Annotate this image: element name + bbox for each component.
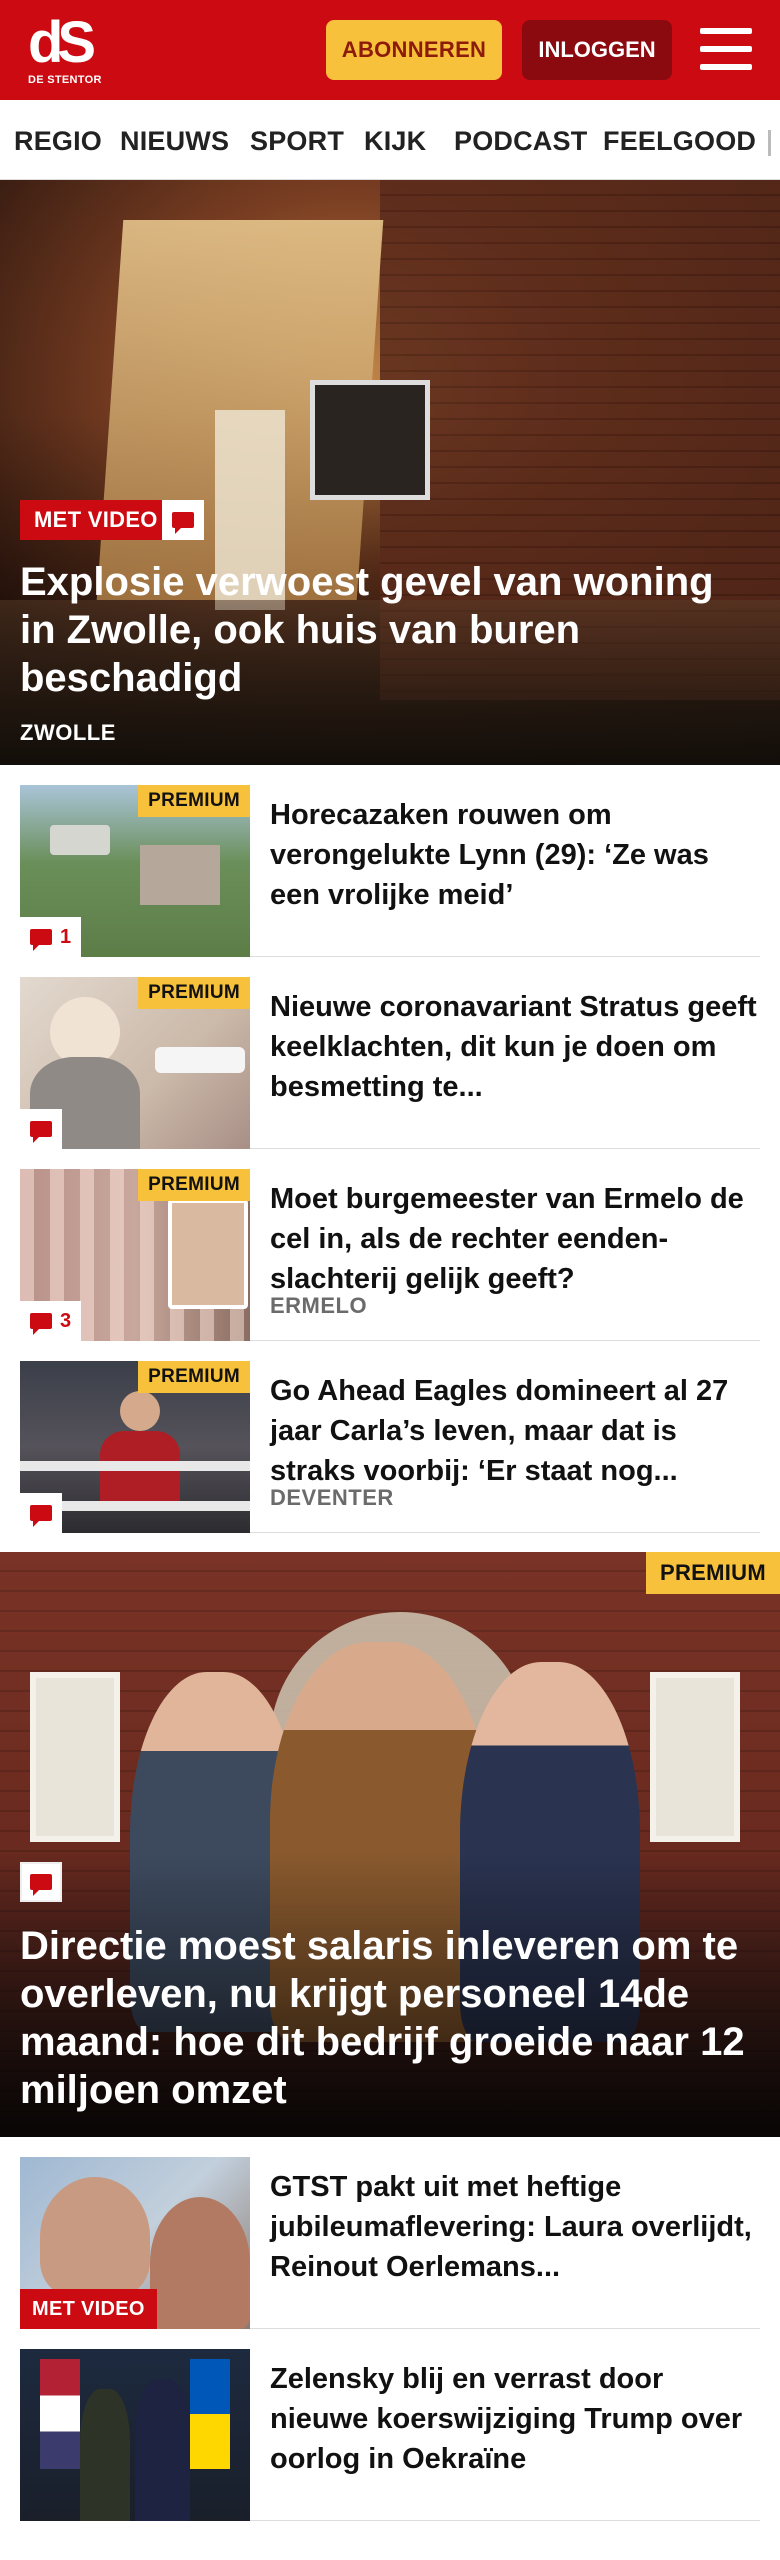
article-title[interactable]: GTST pakt uit met heftige jubileumafleve… xyxy=(270,2167,760,2287)
comment-count xyxy=(20,1493,62,1533)
nav-item-regio[interactable]: REGIO xyxy=(14,126,102,157)
article-title[interactable]: Moet burgemeester van Ermelo de cel in, … xyxy=(270,1179,760,1299)
comment-icon xyxy=(162,500,204,540)
nav-overflow-divider xyxy=(768,130,771,156)
logo-mark: dS xyxy=(28,10,96,75)
comment-count: 1 xyxy=(20,917,82,957)
login-button[interactable]: INLOGGEN xyxy=(522,20,672,80)
list-item[interactable]: PREMIUM 3 Moet burgemeester van Ermelo d… xyxy=(20,1169,760,1341)
featured-title[interactable]: Directie moest salaris inleveren om te o… xyxy=(20,1922,770,2114)
premium-badge: PREMIUM xyxy=(138,977,250,1009)
comment-count: 3 xyxy=(20,1301,82,1341)
site-header: dS DE STENTOR ABONNEREN INLOGGEN xyxy=(0,0,780,100)
section-nav: REGIO NIEUWS SPORT KIJK PODCAST FEELGOOD xyxy=(0,100,780,180)
nav-item-podcast[interactable]: PODCAST xyxy=(454,126,587,157)
premium-badge: PREMIUM xyxy=(138,785,250,817)
list-item[interactable]: PREMIUM 1 Horecazaken rouwen om verongel… xyxy=(20,785,760,957)
comment-icon xyxy=(30,1313,52,1335)
list-item[interactable]: Zelensky blij en verrast door nieuwe koe… xyxy=(20,2349,760,2521)
article-title[interactable]: Nieuwe coronavariant Stratus geeft keelk… xyxy=(270,987,760,1107)
hamburger-menu-icon[interactable] xyxy=(700,26,752,72)
article-thumbnail: MET VIDEO xyxy=(20,2157,250,2329)
list-item[interactable]: PREMIUM Go Ahead Eagles domineert al 27 … xyxy=(20,1361,760,1533)
comment-count xyxy=(20,1109,62,1149)
article-thumbnail: PREMIUM xyxy=(20,1361,250,1533)
featured-image-window xyxy=(650,1672,740,1842)
site-logo[interactable]: dS DE STENTOR xyxy=(28,14,112,88)
video-badge: MET VIDEO xyxy=(20,500,172,540)
comment-icon xyxy=(20,1862,62,1902)
subscribe-button[interactable]: ABONNEREN xyxy=(326,20,502,80)
article-thumbnail xyxy=(20,2349,250,2521)
premium-badge: PREMIUM xyxy=(646,1552,780,1594)
hero-title[interactable]: Explosie verwoest gevel van woning in Zw… xyxy=(20,558,760,702)
article-title[interactable]: Zelensky blij en verrast door nieuwe koe… xyxy=(270,2359,760,2479)
article-thumbnail: PREMIUM xyxy=(20,977,250,1149)
article-title[interactable]: Horecazaken rouwen om verongelukte Lynn … xyxy=(270,795,760,915)
hero-article[interactable]: MET VIDEO Explosie verwoest gevel van wo… xyxy=(0,180,780,765)
logo-subtitle: DE STENTOR xyxy=(28,74,102,86)
nav-item-nieuws[interactable]: NIEUWS xyxy=(120,126,229,157)
article-location: DEVENTER xyxy=(270,1485,394,1510)
comment-icon xyxy=(30,1505,52,1527)
article-location: ERMELO xyxy=(270,1293,368,1318)
featured-image-window xyxy=(30,1672,120,1842)
nav-item-sport[interactable]: SPORT xyxy=(250,126,344,157)
comment-icon xyxy=(30,1121,52,1143)
video-badge: MET VIDEO xyxy=(20,2289,157,2329)
article-title[interactable]: Go Ahead Eagles domineert al 27 jaar Car… xyxy=(270,1371,760,1491)
comment-count-value: 1 xyxy=(60,925,72,948)
article-thumbnail: PREMIUM 3 xyxy=(20,1169,250,1341)
premium-badge: PREMIUM xyxy=(138,1169,250,1201)
list-item[interactable]: PREMIUM Nieuwe coronavariant Stratus gee… xyxy=(20,977,760,1149)
nav-item-kijk[interactable]: KIJK xyxy=(364,126,426,157)
hero-location: ZWOLLE xyxy=(20,720,116,745)
list-item[interactable]: MET VIDEO GTST pakt uit met heftige jubi… xyxy=(20,2157,760,2329)
featured-article[interactable]: PREMIUM Directie moest salaris inleveren… xyxy=(0,1552,780,2137)
hero-image-window xyxy=(310,380,430,500)
comment-icon xyxy=(30,929,52,951)
nav-item-feelgood[interactable]: FEELGOOD xyxy=(603,126,756,157)
article-thumbnail: PREMIUM 1 xyxy=(20,785,250,957)
comment-count-value: 3 xyxy=(60,1309,72,1332)
premium-badge: PREMIUM xyxy=(138,1361,250,1393)
